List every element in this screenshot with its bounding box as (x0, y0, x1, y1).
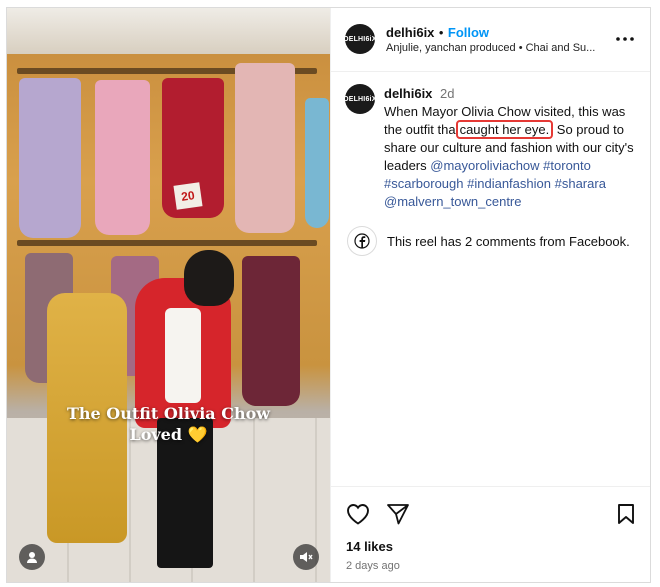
author-username[interactable]: delhi6ix (386, 25, 434, 40)
dress (242, 256, 300, 406)
post-caption: delhi6ix 2d When Mayor Olivia Chow visit… (384, 85, 644, 211)
post-details-panel: DELHI6iX delhi6ix • Follow Anjulie, yanc… (330, 8, 650, 582)
dress (95, 80, 150, 235)
send-icon (387, 504, 409, 525)
more-icon (616, 37, 634, 41)
video-overlay-subtitle: Loved 💛 (129, 425, 208, 444)
facebook-comments-note: This reel has 2 comments from Facebook. (347, 226, 630, 256)
follow-button[interactable]: Follow (448, 25, 489, 40)
person-head (184, 250, 234, 306)
separator-dot: • (438, 25, 444, 40)
clothing-rack (17, 240, 317, 246)
ceiling (7, 8, 330, 54)
person-shirt (165, 308, 201, 403)
post-dialog: 20 The Outfit Olivia Chow Loved 💛 DELHI6… (6, 7, 651, 583)
tagged-people-button[interactable] (19, 544, 45, 570)
mention-link[interactable]: @malvern_town_centre (384, 194, 521, 209)
price-tag: 20 (173, 182, 203, 210)
hashtag-link[interactable]: #indianfashion (467, 176, 551, 191)
facebook-icon (347, 226, 377, 256)
dress (305, 98, 329, 228)
post-header: DELHI6iX delhi6ix • Follow Anjulie, yanc… (331, 8, 650, 72)
like-count[interactable]: 14 likes (346, 539, 393, 554)
caption-highlight: caught her eye. (455, 120, 554, 139)
caption-age: 2d (440, 86, 455, 101)
author-line: delhi6ix • Follow (386, 24, 489, 42)
share-button[interactable] (385, 501, 411, 527)
caption-avatar[interactable]: DELHI6iX (343, 84, 376, 114)
video-overlay-title: The Outfit Olivia Chow (66, 404, 271, 423)
facebook-note-text: This reel has 2 comments from Facebook. (387, 233, 630, 249)
post-timestamp[interactable]: 2 days ago (346, 560, 400, 572)
hashtag-link[interactable]: #scarborough (384, 176, 464, 191)
caption-username[interactable]: delhi6ix (384, 86, 432, 101)
person-icon (27, 552, 37, 563)
dress (19, 78, 81, 238)
dress (235, 63, 295, 233)
hashtag-link[interactable]: #toronto (543, 158, 591, 173)
mute-button[interactable] (293, 544, 319, 570)
muted-speaker-icon (300, 552, 313, 562)
save-button[interactable] (613, 501, 639, 527)
hashtag-link[interactable]: #sharara (555, 176, 606, 191)
reel-video[interactable]: 20 The Outfit Olivia Chow Loved 💛 (7, 8, 330, 582)
post-actions: 14 likes 2 days ago (331, 486, 650, 582)
audio-credit[interactable]: Anjulie, yanchan produced • Chai and Su.… (386, 42, 595, 54)
mention-link[interactable]: @mayoroliviachow (430, 158, 539, 173)
bookmark-icon (618, 504, 634, 524)
heart-icon (347, 504, 369, 525)
more-options-button[interactable] (613, 30, 637, 48)
author-avatar[interactable]: DELHI6iX (343, 24, 376, 54)
like-button[interactable] (345, 501, 371, 527)
